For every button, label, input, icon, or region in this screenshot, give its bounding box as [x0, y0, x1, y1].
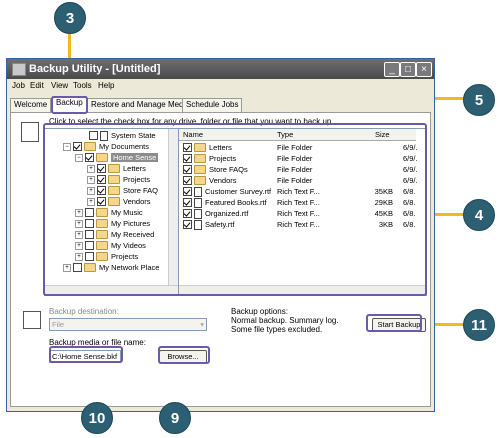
menu-tools[interactable]: Tools — [73, 81, 92, 90]
callout-5: 5 — [463, 84, 495, 116]
callout-9: 9 — [159, 402, 191, 434]
backup-app-icon — [12, 63, 26, 76]
highlight-backup-tab — [51, 96, 88, 114]
highlight-selection-area — [43, 123, 427, 296]
callout-10: 10 — [81, 402, 113, 434]
minimize-button[interactable]: _ — [384, 62, 400, 77]
window-title: Backup Utility - [Untitled] — [29, 63, 161, 75]
callout-4: 4 — [463, 199, 495, 231]
tab-schedule[interactable]: Schedule Jobs — [182, 98, 243, 112]
options-line1: Normal backup. Summary log. — [231, 316, 339, 325]
destination-icon — [23, 311, 41, 329]
maximize-button[interactable]: □ — [400, 62, 416, 77]
highlight-start-backup — [366, 314, 422, 332]
close-button[interactable]: × — [416, 62, 432, 77]
destination-value: File — [52, 320, 65, 329]
options-line2: Some file types excluded. — [231, 325, 323, 334]
menu-job[interactable]: Job — [12, 81, 25, 90]
callout-3: 3 — [54, 2, 86, 34]
destination-label: Backup destination: — [49, 307, 119, 316]
menu-view[interactable]: View — [51, 81, 68, 90]
destination-select[interactable]: File ▾ — [49, 318, 207, 331]
menu-help[interactable]: Help — [98, 81, 114, 90]
menu-bar: Job Edit View Tools Help — [7, 79, 434, 93]
highlight-browse — [158, 346, 210, 364]
tab-welcome[interactable]: Welcome — [10, 98, 52, 112]
callout-11: 11 — [463, 309, 495, 341]
title-bar[interactable]: Backup Utility - [Untitled] _ □ × — [7, 59, 434, 79]
chevron-down-icon[interactable]: ▾ — [200, 319, 204, 330]
tab-restore[interactable]: Restore and Manage Media — [87, 98, 194, 112]
highlight-media-field — [49, 346, 123, 363]
menu-edit[interactable]: Edit — [30, 81, 44, 90]
backup-checklist-icon — [21, 122, 39, 142]
options-label: Backup options: — [231, 307, 288, 316]
